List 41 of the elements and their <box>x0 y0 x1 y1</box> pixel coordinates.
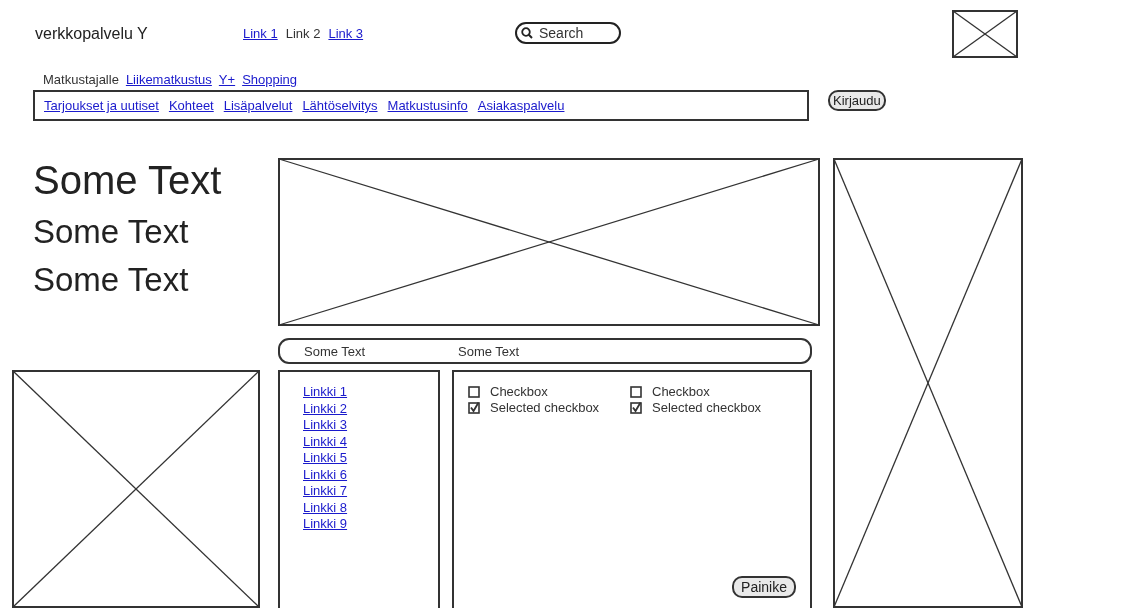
menu-link[interactable]: Matkustusinfo <box>387 98 468 113</box>
nav-tab[interactable]: Matkustajalle <box>43 72 119 90</box>
checkbox-label: Checkbox <box>490 384 548 400</box>
checkbox-label: Selected checkbox <box>490 400 600 416</box>
heading: Some Text <box>33 213 190 251</box>
menu-link[interactable]: Kohteet <box>168 98 214 113</box>
search-icon <box>521 26 533 39</box>
checkbox[interactable] <box>468 402 480 414</box>
menu-link[interactable]: Lähtöselvitys <box>302 98 378 113</box>
checkbox-label: Checkbox <box>652 384 710 400</box>
menu-link[interactable]: Tarjoukset ja uutiset <box>44 98 159 113</box>
sidebar-link[interactable]: Linkki 9 <box>303 516 348 533</box>
menu-link[interactable]: Lisäpalvelut <box>223 98 293 113</box>
checkbox[interactable] <box>630 402 642 414</box>
sidebar-link[interactable]: Linkki 3 <box>303 417 348 434</box>
menu-link[interactable]: Asiakaspalvelu <box>477 98 565 113</box>
sidebar-link[interactable]: Linkki 7 <box>303 483 348 500</box>
sidebar-link[interactable]: Linkki 4 <box>303 433 348 450</box>
login-button[interactable]: Kirjaudu <box>828 90 886 111</box>
sidebar-link[interactable]: Linkki 8 <box>303 499 348 516</box>
sidebar-link[interactable]: Linkki 6 <box>303 466 348 483</box>
checkbox[interactable] <box>630 386 642 398</box>
sidebar-link[interactable]: Linkki 5 <box>303 450 348 467</box>
info-text: Some Text <box>458 343 521 359</box>
action-button[interactable]: Painike <box>732 576 796 598</box>
search-field[interactable]: Search <box>515 21 621 44</box>
nav-tab[interactable]: Shopping <box>242 72 298 90</box>
sidebar-link[interactable]: Linkki 1 <box>303 384 348 401</box>
info-text: Some Text <box>304 343 367 359</box>
nav-tab[interactable]: Y+ <box>218 72 236 90</box>
nav-tab[interactable]: Liikematkustus <box>125 72 212 90</box>
header-link[interactable]: Link 3 <box>328 26 364 41</box>
checkbox[interactable] <box>468 386 480 398</box>
heading: Some Text <box>33 158 223 203</box>
site-name: verkkopalvelu Y <box>35 24 149 43</box>
header-link[interactable]: Link 1 <box>243 26 278 41</box>
image-placeholder <box>952 9 1018 58</box>
heading: Some Text <box>33 261 190 299</box>
sidebar-link[interactable]: Linkki 2 <box>303 400 348 417</box>
header-link[interactable]: Link 2 <box>285 26 321 41</box>
checkbox-label: Selected checkbox <box>652 400 762 416</box>
